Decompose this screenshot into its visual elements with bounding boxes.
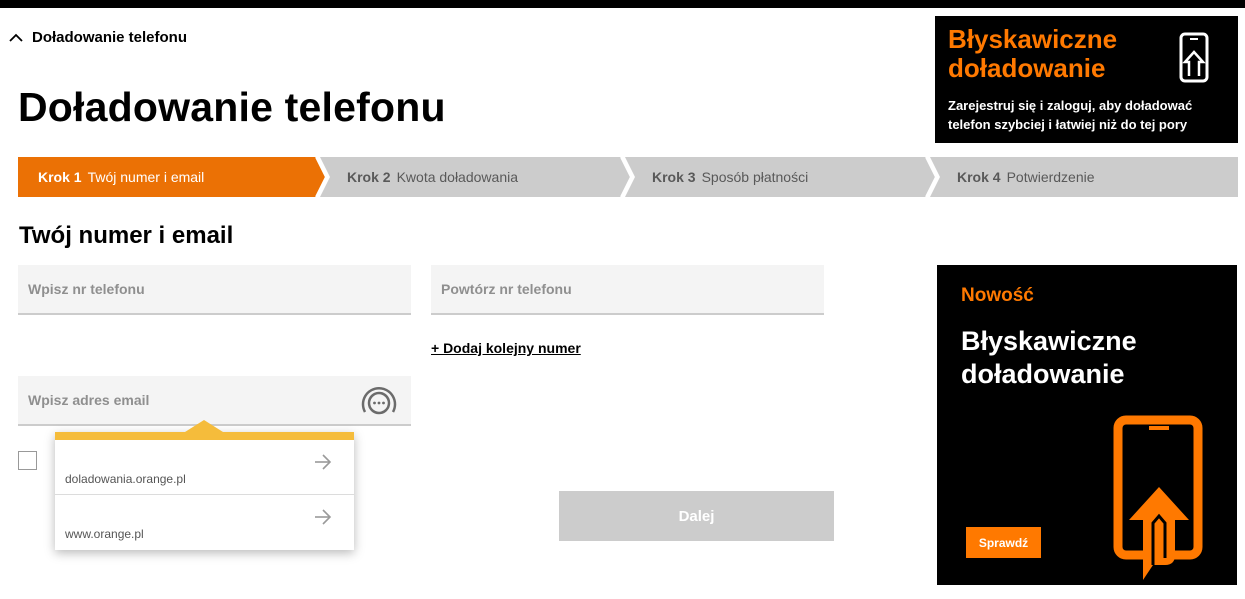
- consent-checkbox[interactable]: [18, 451, 37, 470]
- suggestion-label: www.orange.pl: [65, 527, 144, 541]
- phone-input[interactable]: [18, 265, 411, 315]
- dropdown-notch: [185, 420, 223, 432]
- phone-repeat-input[interactable]: [431, 265, 824, 315]
- step-2[interactable]: Krok 2 Kwota doładowania: [347, 157, 518, 197]
- phone-arrow-icon: [1179, 32, 1209, 83]
- suggestion-label: doladowania.orange.pl: [65, 472, 186, 486]
- step-4[interactable]: Krok 4 Potwierdzenie: [957, 157, 1095, 197]
- promo-banner-side[interactable]: Nowość Błyskawiczne doładowanie Sprawdź: [937, 265, 1237, 585]
- promo-badge: Nowość: [961, 285, 1034, 306]
- next-button[interactable]: Dalej: [559, 491, 834, 541]
- promo-text: Zarejestruj się i zaloguj, aby doładować…: [948, 98, 1193, 132]
- step-number: Krok 2: [347, 169, 391, 185]
- suggestion-item[interactable]: doladowania.orange.pl: [55, 440, 354, 495]
- step-3[interactable]: Krok 3 Sposób płatności: [652, 157, 808, 197]
- step-number: Krok 4: [957, 169, 1001, 185]
- arrow-right-icon: [315, 509, 332, 525]
- chevron-up-icon: [9, 33, 23, 42]
- section-title: Twój numer i email: [19, 222, 234, 249]
- step-label: Sposób płatności: [701, 169, 809, 185]
- step-number: Krok 3: [652, 169, 696, 185]
- step-label: Kwota doładowania: [396, 169, 518, 185]
- promo-banner-top[interactable]: Błyskawiczne doładowanie Zarejestruj się…: [935, 16, 1238, 143]
- email-input[interactable]: [18, 376, 411, 426]
- dropdown-accent-bar: [55, 432, 354, 440]
- promo-title: Błyskawiczne doładowanie: [961, 326, 1137, 389]
- stepper: Krok 1 Twój numer i email Krok 2 Kwota doł…: [18, 157, 1238, 197]
- suggestion-item[interactable]: www.orange.pl: [55, 495, 354, 550]
- top-bar: [0, 0, 1245, 8]
- autofill-dropdown: doladowania.orange.pl www.orange.pl: [55, 420, 354, 550]
- step-label: Potwierdzenie: [1006, 169, 1095, 185]
- breadcrumb-label: Doładowanie telefonu: [32, 29, 188, 46]
- breadcrumb[interactable]: Doładowanie telefonu: [8, 29, 187, 46]
- step-number: Krok 1: [38, 169, 82, 185]
- promo-title: Błyskawiczne doładowanie: [948, 24, 1118, 83]
- check-button[interactable]: Sprawdź: [966, 527, 1041, 558]
- page-title: Doładowanie telefonu: [18, 84, 446, 130]
- password-manager-icon[interactable]: [360, 382, 398, 420]
- arrow-right-icon: [315, 454, 332, 470]
- phone-arrow-icon: [1113, 415, 1203, 580]
- step-1[interactable]: Krok 1 Twój numer i email: [38, 157, 204, 197]
- step-label: Twój numer i email: [87, 169, 205, 185]
- add-number-link[interactable]: + Dodaj kolejny numer: [431, 340, 581, 356]
